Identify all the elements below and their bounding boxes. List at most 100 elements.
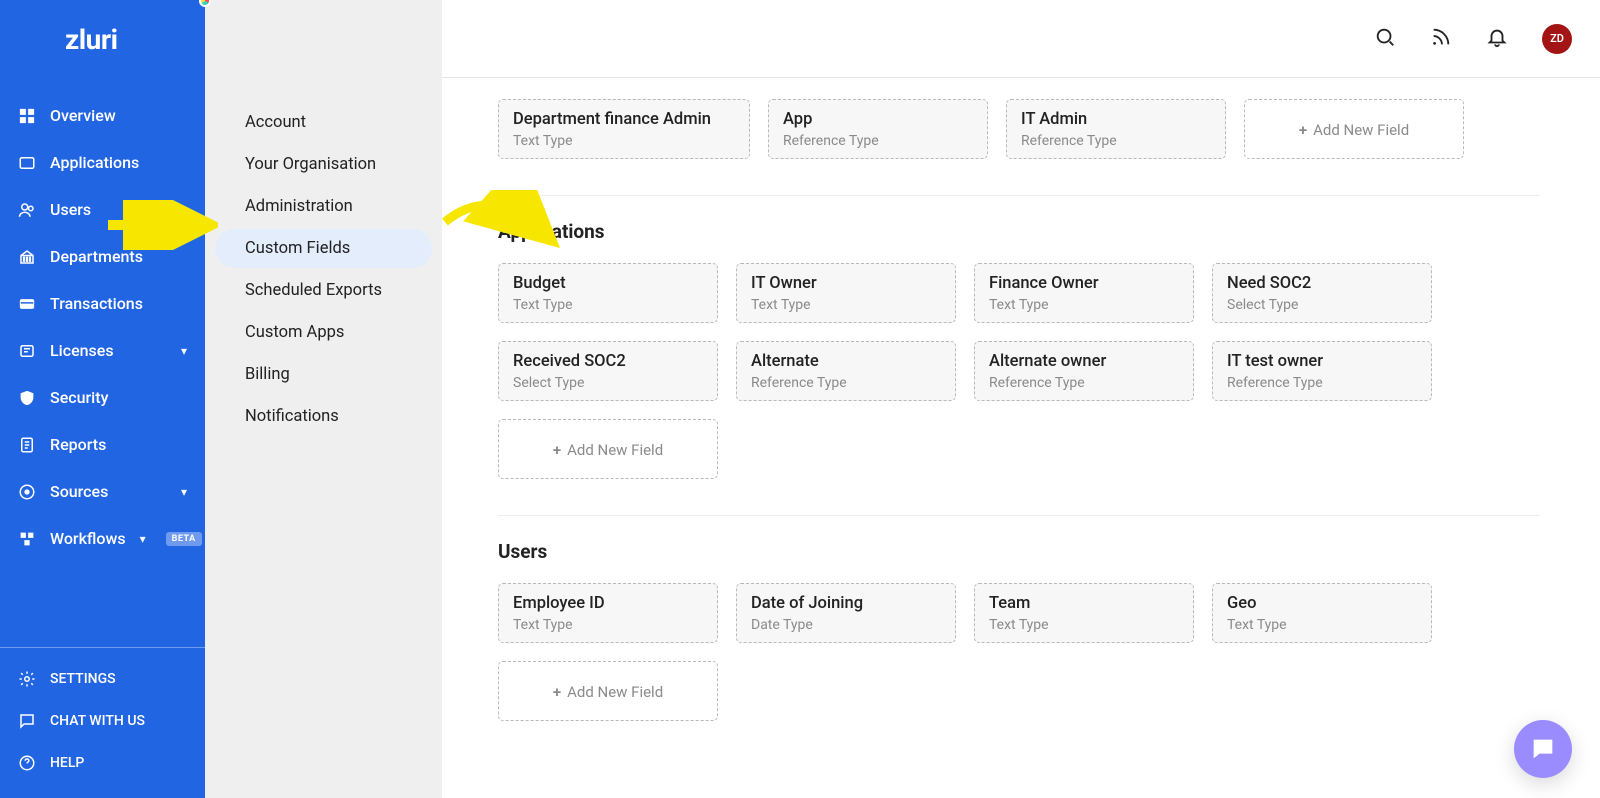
settings-item-administration[interactable]: Administration (215, 187, 432, 226)
field-name: Received SOC2 (513, 352, 703, 371)
field-type: Text Type (513, 297, 703, 313)
field-type: Text Type (989, 617, 1179, 633)
topbar-actions: ZD (1374, 24, 1572, 54)
topbar: Settings ZD (442, 0, 1600, 78)
nav-help[interactable]: HELP (0, 742, 205, 784)
field-card[interactable]: Alternate Reference Type (736, 341, 956, 401)
avatar[interactable]: ZD (1542, 24, 1572, 54)
field-type: Text Type (513, 133, 735, 149)
field-type: Reference Type (1227, 375, 1417, 391)
field-card[interactable]: Department finance Admin Text Type (498, 99, 750, 159)
field-card[interactable]: IT test owner Reference Type (1212, 341, 1432, 401)
chat-launcher-button[interactable] (1514, 720, 1572, 778)
primary-nav: Overview Applications Users Departments … (0, 78, 205, 637)
chat-icon (18, 712, 36, 730)
field-type: Text Type (751, 297, 941, 313)
plus-icon: + (553, 683, 561, 701)
licenses-icon (18, 342, 36, 360)
main-content: Settings ZD Departments Department finan… (442, 0, 1600, 798)
nav-transactions[interactable]: Transactions (0, 280, 205, 327)
field-card[interactable]: Alternate owner Reference Type (974, 341, 1194, 401)
nav-users[interactable]: Users (0, 186, 205, 233)
nav-overview[interactable]: Overview (0, 92, 205, 139)
nav-chat[interactable]: CHAT WITH US (0, 700, 205, 742)
field-card[interactable]: Date of Joining Date Type (736, 583, 956, 643)
chevron-down-icon: ▾ (181, 485, 187, 499)
nav-label: Reports (50, 435, 106, 454)
chevron-down-icon: ▾ (140, 532, 146, 546)
field-name: Budget (513, 274, 703, 293)
nav-licenses[interactable]: Licenses ▾ (0, 327, 205, 374)
nav-label: Applications (50, 153, 139, 172)
fields-row: Budget Text Type IT Owner Text Type Fina… (498, 263, 1540, 479)
field-name: Alternate (751, 352, 941, 371)
field-type: Reference Type (751, 375, 941, 391)
plus-icon: + (1299, 121, 1307, 139)
nav-reports[interactable]: Reports (0, 421, 205, 468)
departments-icon (18, 248, 36, 266)
field-name: Geo (1227, 594, 1417, 613)
search-icon[interactable] (1374, 26, 1396, 52)
settings-item-scheduled-exports[interactable]: Scheduled Exports (215, 271, 432, 310)
reports-icon (18, 436, 36, 454)
nav-applications[interactable]: Applications (0, 139, 205, 186)
settings-item-notifications[interactable]: Notifications (215, 397, 432, 436)
nav-sources[interactable]: Sources ▾ (0, 468, 205, 515)
add-field-button[interactable]: + Add New Field (498, 661, 718, 721)
rss-icon[interactable] (1430, 26, 1452, 52)
nav-label: HELP (50, 755, 84, 771)
nav-label: SETTINGS (50, 671, 116, 687)
nav-workflows[interactable]: Workflows ▾ BETA (0, 515, 205, 562)
field-card[interactable]: IT Admin Reference Type (1006, 99, 1226, 159)
field-card[interactable]: Need SOC2 Select Type (1212, 263, 1432, 323)
nav-label: Workflows (50, 529, 126, 548)
field-name: Department finance Admin (513, 110, 735, 129)
nav-label: Departments (50, 247, 143, 266)
bell-icon[interactable] (1486, 26, 1508, 52)
add-field-button[interactable]: + Add New Field (1244, 99, 1464, 159)
field-card[interactable]: IT Owner Text Type (736, 263, 956, 323)
field-card[interactable]: App Reference Type (768, 99, 988, 159)
nav-security[interactable]: Security (0, 374, 205, 421)
content-scroll[interactable]: Departments Department finance Admin Tex… (442, 0, 1600, 798)
settings-item-custom-apps[interactable]: Custom Apps (215, 313, 432, 352)
nav-label: Licenses (50, 341, 114, 360)
nav-label: Transactions (50, 294, 143, 313)
fields-row: Department finance Admin Text Type App R… (498, 99, 1540, 159)
fields-row: Employee ID Text Type Date of Joining Da… (498, 583, 1540, 721)
field-name: Need SOC2 (1227, 274, 1417, 293)
field-card[interactable]: Geo Text Type (1212, 583, 1432, 643)
settings-item-label: Custom Apps (245, 323, 344, 342)
settings-item-account[interactable]: Account (215, 103, 432, 142)
section-title: Users (498, 540, 1540, 563)
field-type: Select Type (1227, 297, 1417, 313)
field-name: Finance Owner (989, 274, 1179, 293)
sources-icon (18, 483, 36, 501)
add-field-button[interactable]: + Add New Field (498, 419, 718, 479)
nav-departments[interactable]: Departments (0, 233, 205, 280)
field-card[interactable]: Employee ID Text Type (498, 583, 718, 643)
settings-item-organisation[interactable]: Your Organisation (215, 145, 432, 184)
field-name: Date of Joining (751, 594, 941, 613)
add-field-label: Add New Field (567, 441, 663, 459)
field-card[interactable]: Finance Owner Text Type (974, 263, 1194, 323)
overview-icon (18, 107, 36, 125)
nav-label: Security (50, 388, 108, 407)
transactions-icon (18, 295, 36, 313)
settings-item-label: Billing (245, 365, 290, 384)
settings-item-billing[interactable]: Billing (215, 355, 432, 394)
sidebar-footer: SETTINGS CHAT WITH US HELP (0, 658, 205, 798)
chat-bubble-icon (1529, 735, 1557, 763)
brand-logo: zluri (0, 0, 205, 78)
nav-settings[interactable]: SETTINGS (0, 658, 205, 700)
field-card[interactable]: Team Text Type (974, 583, 1194, 643)
chevron-down-icon: ▾ (181, 344, 187, 358)
field-card[interactable]: Received SOC2 Select Type (498, 341, 718, 401)
field-type: Select Type (513, 375, 703, 391)
nav-label: Users (50, 200, 91, 219)
brand-name: zluri (65, 23, 118, 56)
field-card[interactable]: Budget Text Type (498, 263, 718, 323)
field-name: IT Admin (1021, 110, 1211, 129)
settings-item-custom-fields[interactable]: Custom Fields (215, 229, 432, 268)
settings-item-label: Your Organisation (245, 155, 376, 174)
